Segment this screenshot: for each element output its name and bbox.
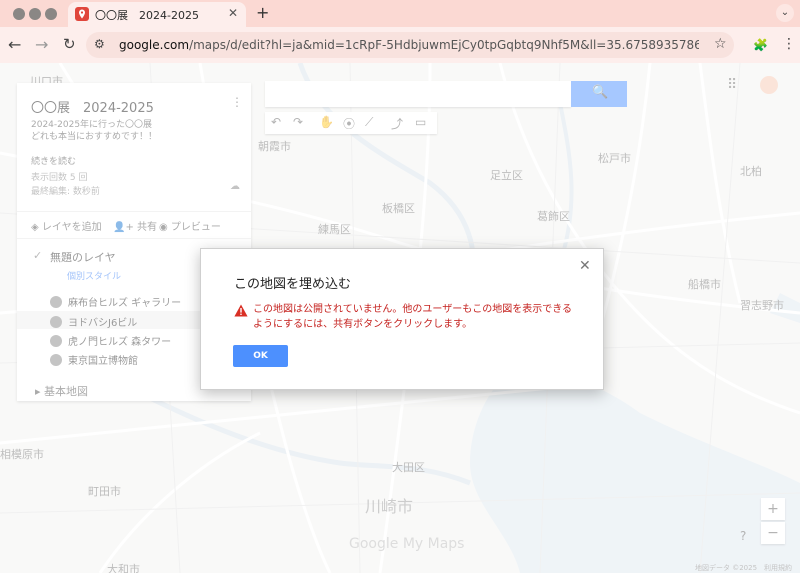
embed-map-dialog: この地図を埋め込む ✕ この地図は公開されていません。他のユーザーもこの地図を表… bbox=[200, 248, 604, 390]
browser-tab-bar: 〇〇展 2024-2025 ✕ + ⌄ bbox=[0, 0, 800, 27]
warning-icon bbox=[234, 304, 248, 317]
forward-arrow-icon[interactable]: → bbox=[35, 35, 48, 54]
window-close-button[interactable] bbox=[13, 8, 25, 20]
bookmark-star-icon[interactable]: ☆ bbox=[714, 36, 727, 52]
browser-tab-active[interactable]: 〇〇展 2024-2025 ✕ bbox=[68, 2, 246, 27]
my-maps-favicon-icon bbox=[75, 7, 89, 21]
dialog-title: この地図を埋め込む bbox=[234, 277, 352, 292]
address-bar[interactable]: ⚙ google.com/maps/d/edit?hl=ja&mid=1cRpF… bbox=[86, 32, 734, 58]
extension-icon[interactable]: 🧩 bbox=[753, 38, 768, 52]
new-tab-icon[interactable]: + bbox=[256, 3, 269, 22]
ok-button[interactable]: OK bbox=[233, 345, 288, 367]
back-arrow-icon[interactable]: ← bbox=[8, 35, 21, 54]
dialog-message: この地図は公開されていません。他のユーザーもこの地図を表示できるようにするには、… bbox=[253, 304, 572, 330]
browser-toolbar: ← → ↻ ⚙ google.com/maps/d/edit?hl=ja&mid… bbox=[0, 27, 800, 64]
tab-close-icon[interactable]: ✕ bbox=[228, 6, 238, 20]
reload-icon[interactable]: ↻ bbox=[63, 35, 76, 53]
window-minimize-button[interactable] bbox=[29, 8, 41, 20]
site-info-icon[interactable]: ⚙ bbox=[94, 37, 105, 51]
url-text[interactable]: google.com/maps/d/edit?hl=ja&mid=1cRpF-5… bbox=[119, 38, 699, 52]
tab-search-icon[interactable]: ⌄ bbox=[776, 4, 794, 22]
browser-menu-icon[interactable]: ⋮ bbox=[782, 36, 796, 52]
close-icon[interactable]: ✕ bbox=[579, 258, 591, 274]
tab-title: 〇〇展 2024-2025 bbox=[95, 9, 199, 22]
window-zoom-button[interactable] bbox=[45, 8, 57, 20]
